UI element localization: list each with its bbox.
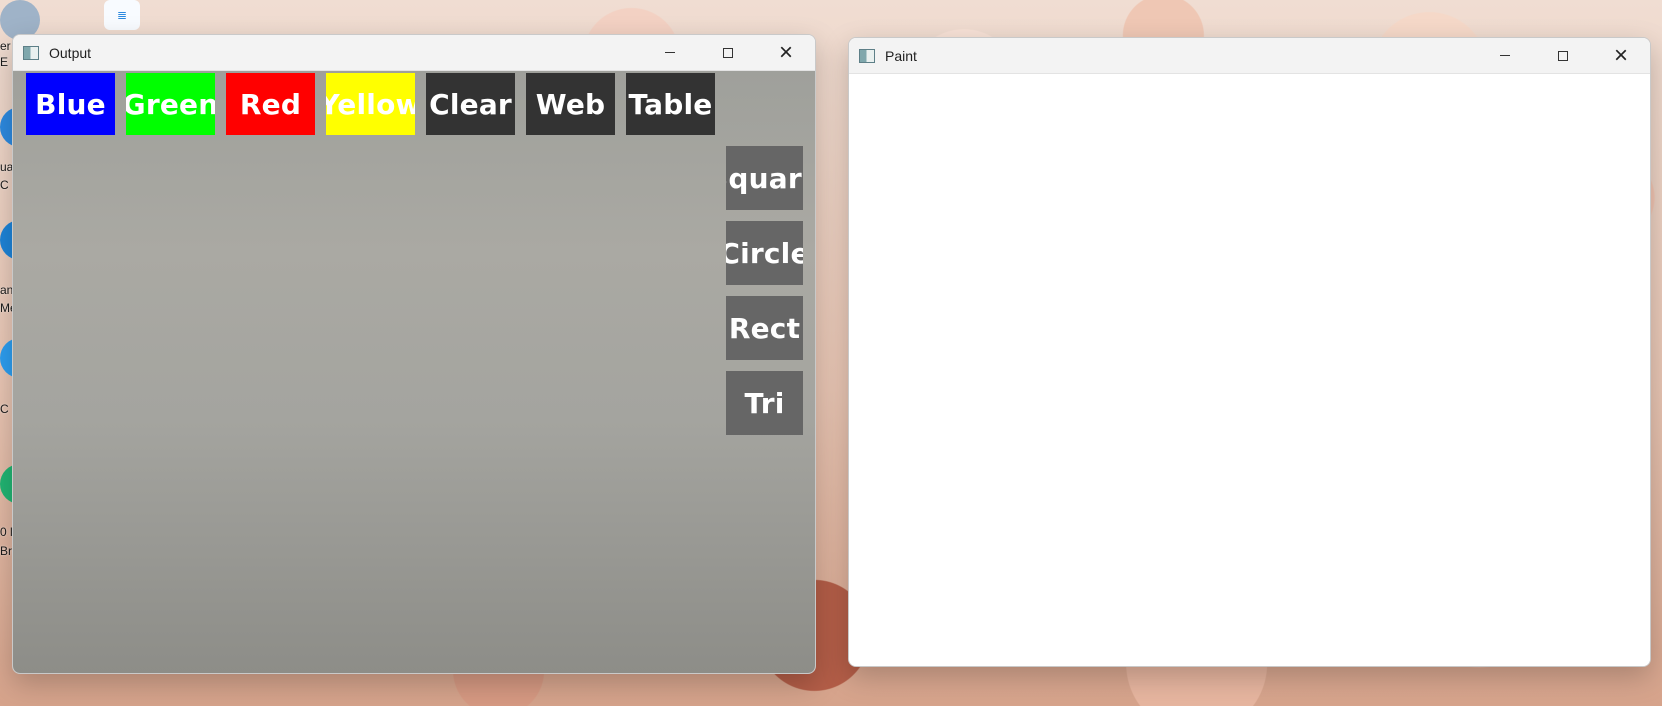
- tri-button[interactable]: Tri: [726, 371, 803, 435]
- camera-canvas[interactable]: Blue Green Red Yellow Clear Web Table Sq…: [13, 71, 815, 673]
- document-icon[interactable]: ≣: [104, 0, 140, 30]
- output-window[interactable]: Output Blue Green Red Yellow Clear Web T…: [12, 34, 816, 674]
- paint-window[interactable]: Paint: [848, 37, 1651, 667]
- yellow-button[interactable]: Yellow: [326, 73, 415, 135]
- table-button[interactable]: Table: [626, 73, 715, 135]
- paint-titlebar[interactable]: Paint: [849, 38, 1650, 74]
- window-controls: [641, 35, 815, 70]
- close-icon[interactable]: [1592, 38, 1650, 73]
- app-window-icon: [859, 48, 875, 63]
- desktop-label: E: [0, 55, 9, 69]
- desktop-label: C: [0, 402, 9, 416]
- square-button[interactable]: Square: [726, 146, 803, 210]
- desktop-label: C: [0, 178, 9, 192]
- maximize-icon[interactable]: [1534, 38, 1592, 73]
- minimize-icon[interactable]: [641, 35, 699, 70]
- green-button[interactable]: Green: [126, 73, 215, 135]
- app-window-icon: [23, 45, 39, 60]
- desktop-label: er: [0, 39, 11, 53]
- desktop-label: 0 l: [0, 525, 13, 539]
- clear-button[interactable]: Clear: [426, 73, 515, 135]
- output-titlebar[interactable]: Output: [13, 35, 815, 71]
- circle-button[interactable]: Circle: [726, 221, 803, 285]
- web-button[interactable]: Web: [526, 73, 615, 135]
- minimize-icon[interactable]: [1476, 38, 1534, 73]
- paint-canvas[interactable]: [849, 74, 1650, 666]
- paint-window-title: Paint: [885, 47, 917, 64]
- maximize-icon[interactable]: [699, 35, 757, 70]
- window-controls: [1476, 38, 1650, 73]
- desktop-label: Br: [0, 544, 12, 558]
- rect-button[interactable]: Rect: [726, 296, 803, 360]
- red-button[interactable]: Red: [226, 73, 315, 135]
- close-icon[interactable]: [757, 35, 815, 70]
- output-window-title: Output: [49, 44, 92, 61]
- blue-button[interactable]: Blue: [26, 73, 115, 135]
